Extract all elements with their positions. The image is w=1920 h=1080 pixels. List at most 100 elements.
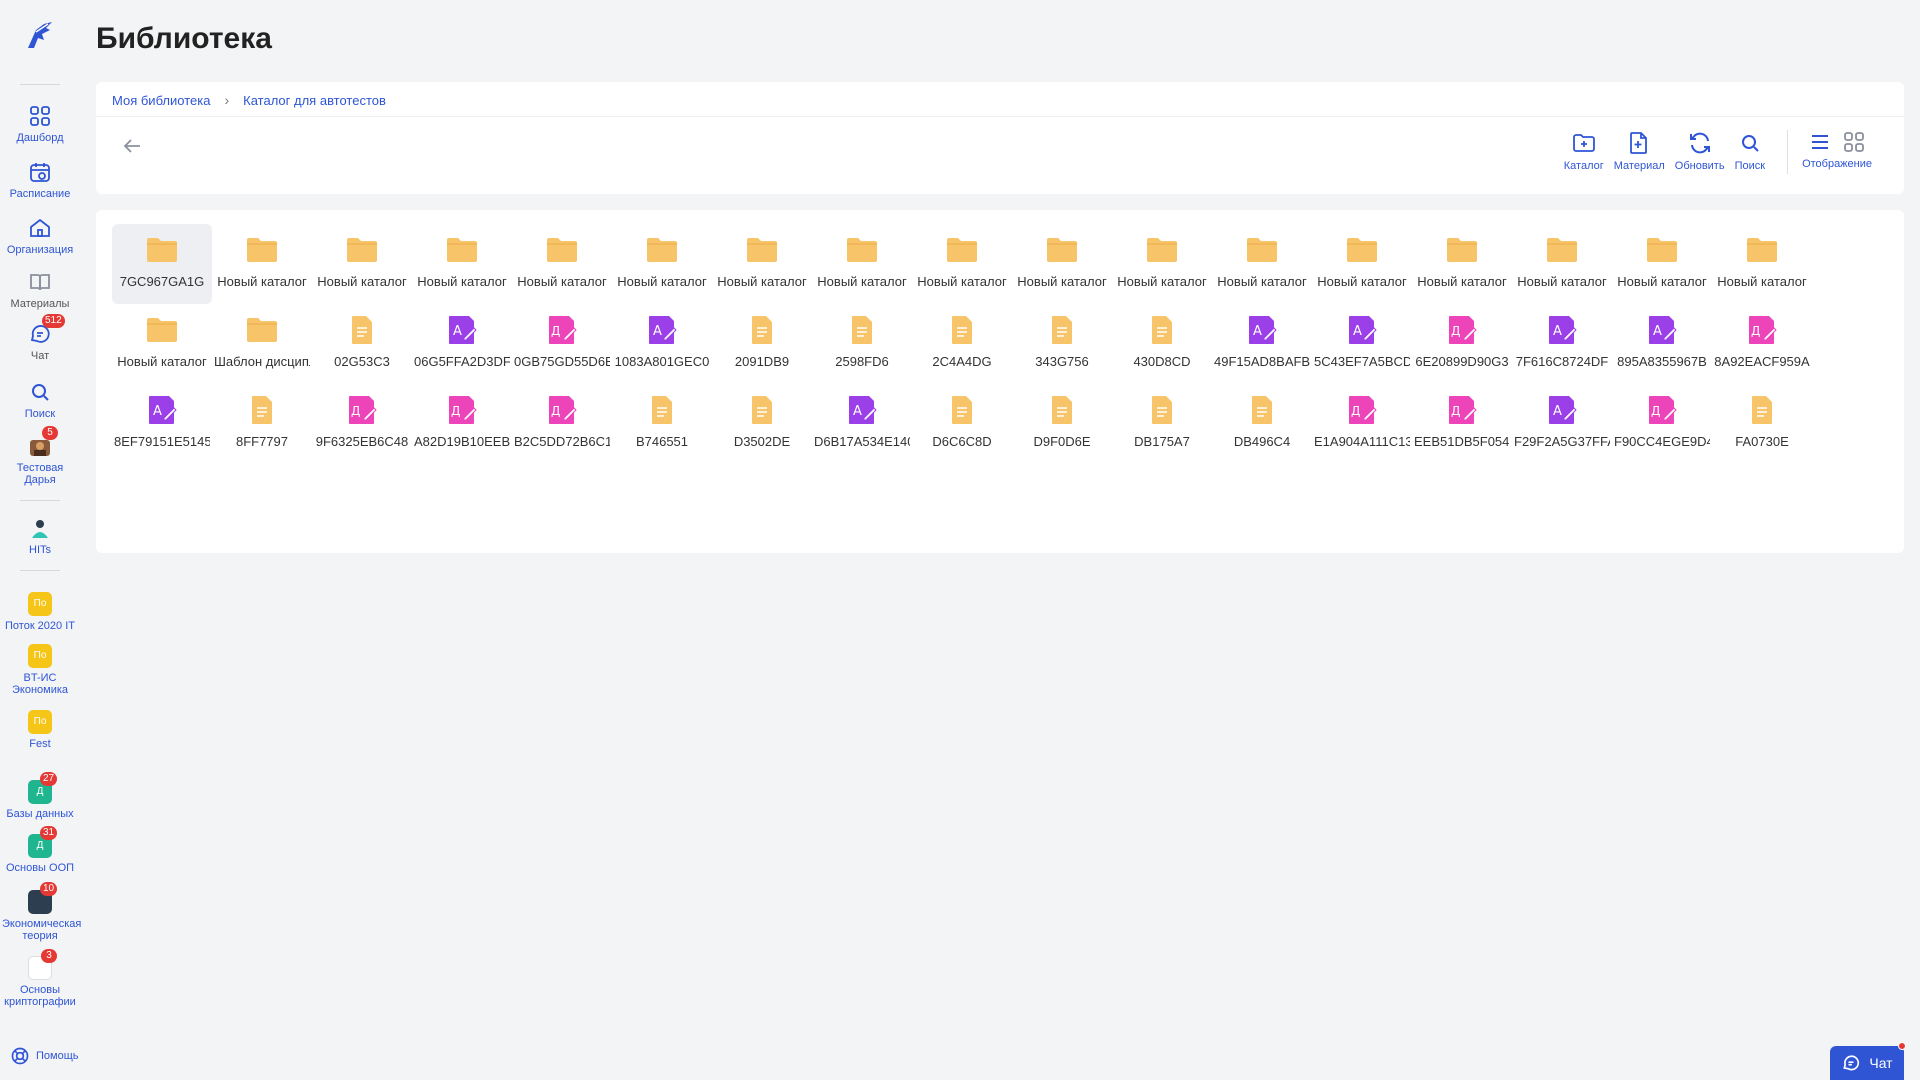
material-item[interactable]: A 8EF79151E5145 xyxy=(112,384,212,464)
help-link[interactable]: Помощь xyxy=(10,1046,79,1066)
sidebar-item-search[interactable]: Поиск xyxy=(0,380,80,420)
material-item[interactable]: FA0730E xyxy=(1712,384,1812,464)
list-view-icon[interactable] xyxy=(1808,130,1832,154)
material-item[interactable]: A 895A8355967B xyxy=(1612,304,1712,384)
material-item[interactable]: 430D8CD xyxy=(1112,304,1212,384)
catalog-item[interactable]: Новый каталог xyxy=(1212,224,1312,304)
material-item[interactable]: A 5C43EF7A5BCD xyxy=(1312,304,1412,384)
catalog-item[interactable]: Новый каталог xyxy=(212,224,312,304)
logo[interactable] xyxy=(22,18,58,54)
sidebar-item-hits[interactable]: HITs xyxy=(0,516,80,556)
item-name: 7GC967GA1G xyxy=(119,274,205,289)
material-item[interactable]: Д 9F6325EB6C48 xyxy=(312,384,412,464)
material-item[interactable]: A 1083A801GEC0 xyxy=(612,304,712,384)
catalog-item[interactable]: Новый каталог xyxy=(912,224,1012,304)
sidebar-course-economics[interactable]: 10 Экономическая теория xyxy=(0,882,81,942)
material-item[interactable]: A 49F15AD8BAFB xyxy=(1212,304,1312,384)
catalog-item[interactable]: Новый каталог xyxy=(312,224,412,304)
refresh-button[interactable]: Обновить xyxy=(1675,130,1725,172)
new-material-button[interactable]: Материал xyxy=(1614,130,1665,172)
material-item[interactable]: Д A82D19B10EEB5 xyxy=(412,384,512,464)
sidebar-item-label: HITs xyxy=(29,544,51,556)
course-tile-letter: Д xyxy=(36,840,44,851)
sidebar-course-oop[interactable]: Д 31 Основы ООП xyxy=(0,826,80,874)
chat-button[interactable]: Чат xyxy=(1830,1042,1906,1080)
catalog-item[interactable]: Новый каталог xyxy=(1512,224,1612,304)
svg-text:A: A xyxy=(1353,324,1362,339)
item-name: 0GB75GD55D6E xyxy=(514,354,610,369)
catalog-item[interactable]: Новый каталог xyxy=(412,224,512,304)
material-item[interactable]: 2091DB9 xyxy=(712,304,812,384)
catalog-item[interactable]: Новый каталог xyxy=(512,224,612,304)
material-item[interactable]: Д E1A904A111C13 xyxy=(1312,384,1412,464)
sidebar-course-crypto[interactable]: 3 Основы криптографии xyxy=(0,949,80,1008)
catalog-item[interactable]: Новый каталог xyxy=(712,224,812,304)
course-tile: По xyxy=(28,710,52,734)
sidebar-course-fest[interactable]: По Fest xyxy=(0,710,80,750)
sidebar-item-dashboard[interactable]: Дашборд xyxy=(0,104,80,144)
catalog-item[interactable]: Новый каталог xyxy=(612,224,712,304)
material-item[interactable]: A 7F616C8724DF xyxy=(1512,304,1612,384)
material-item[interactable]: A D6B17A534E140 xyxy=(812,384,912,464)
material-item[interactable]: Д 0GB75GD55D6E xyxy=(512,304,612,384)
sidebar-course-databases[interactable]: Д 27 Базы данных xyxy=(0,772,80,820)
item-name: E1A904A111C13 xyxy=(1314,434,1410,449)
course-tile: По xyxy=(28,592,52,616)
sidebar-divider xyxy=(20,500,60,501)
sidebar-item-materials[interactable]: Материалы xyxy=(0,270,80,310)
catalog-item[interactable]: Новый каталог xyxy=(1612,224,1712,304)
sidebar-item-chat[interactable]: 512 Чат xyxy=(0,314,80,362)
folder-icon xyxy=(1344,232,1380,268)
course-badge: 3 xyxy=(41,949,57,963)
svg-text:A: A xyxy=(453,324,462,339)
material-item[interactable]: 02G53C3 xyxy=(312,304,412,384)
material-item[interactable]: D9F0D6E xyxy=(1012,384,1112,464)
material-item[interactable]: Д F90CC4EGE9D4 xyxy=(1612,384,1712,464)
lifebuoy-icon xyxy=(11,1047,29,1065)
search-button[interactable]: Поиск xyxy=(1735,130,1765,172)
material-item[interactable]: Д 8A92EACF959A xyxy=(1712,304,1812,384)
item-name: 49F15AD8BAFB xyxy=(1214,354,1310,369)
grid-view-icon[interactable] xyxy=(1842,130,1866,154)
material-item[interactable]: 2C4A4DG xyxy=(912,304,1012,384)
material-item[interactable]: B746551 xyxy=(612,384,712,464)
folder-icon xyxy=(1144,232,1180,268)
material-item[interactable]: A 06G5FFA2D3DF xyxy=(412,304,512,384)
material-item[interactable]: A F29F2A5G37FFA xyxy=(1512,384,1612,464)
item-name: 8FF7797 xyxy=(235,434,289,449)
material-item[interactable]: Д 6E20899D90G3 xyxy=(1412,304,1512,384)
material-item[interactable]: 2598FD6 xyxy=(812,304,912,384)
item-name: Новый каталог xyxy=(1317,274,1407,289)
material-item[interactable]: D6C6C8D xyxy=(912,384,1012,464)
catalog-item[interactable]: Новый каталог xyxy=(1712,224,1812,304)
sidebar-course-potok[interactable]: По Поток 2020 IT xyxy=(0,592,80,632)
catalog-item[interactable]: Новый каталог xyxy=(1312,224,1412,304)
material-item[interactable]: 8FF7797 xyxy=(212,384,312,464)
material-item[interactable]: DB175A7 xyxy=(1112,384,1212,464)
material-item[interactable]: DB496C4 xyxy=(1212,384,1312,464)
material-item[interactable]: D3502DE xyxy=(712,384,812,464)
sidebar-item-organization[interactable]: Организация xyxy=(0,216,80,256)
material-item[interactable]: Д B2C5DD72B6C1 xyxy=(512,384,612,464)
homework-icon: Д xyxy=(1444,312,1480,348)
catalog-item[interactable]: Шаблон дисциплины xyxy=(212,304,312,384)
catalog-item[interactable]: Новый каталог xyxy=(112,304,212,384)
item-name: Новый каталог xyxy=(1117,274,1207,289)
breadcrumb-item-my-library[interactable]: Моя библиотека xyxy=(112,93,210,108)
sidebar-item-profile[interactable]: 5 Тестовая Дарья xyxy=(0,426,80,486)
sidebar-course-bt-is[interactable]: По BT-ИС Экономика xyxy=(0,644,80,696)
sidebar-item-schedule[interactable]: Расписание xyxy=(0,160,80,200)
catalog-item[interactable]: Новый каталог xyxy=(812,224,912,304)
catalog-item[interactable]: 7GC967GA1G xyxy=(112,224,212,304)
breadcrumb-item-current[interactable]: Каталог для автотестов xyxy=(243,93,386,108)
back-button[interactable] xyxy=(120,134,144,158)
catalog-item[interactable]: Новый каталог xyxy=(1412,224,1512,304)
catalog-item[interactable]: Новый каталог xyxy=(1012,224,1112,304)
material-item[interactable]: Д EEB51DB5F0545 xyxy=(1412,384,1512,464)
document-icon xyxy=(944,312,980,348)
material-item[interactable]: 343G756 xyxy=(1012,304,1112,384)
new-catalog-button[interactable]: Каталог xyxy=(1564,130,1604,172)
catalog-item[interactable]: Новый каталог xyxy=(1112,224,1212,304)
folder-icon xyxy=(444,232,480,268)
items-grid: 7GC967GA1G Новый каталог Новый каталог Новы… xyxy=(112,224,1902,464)
